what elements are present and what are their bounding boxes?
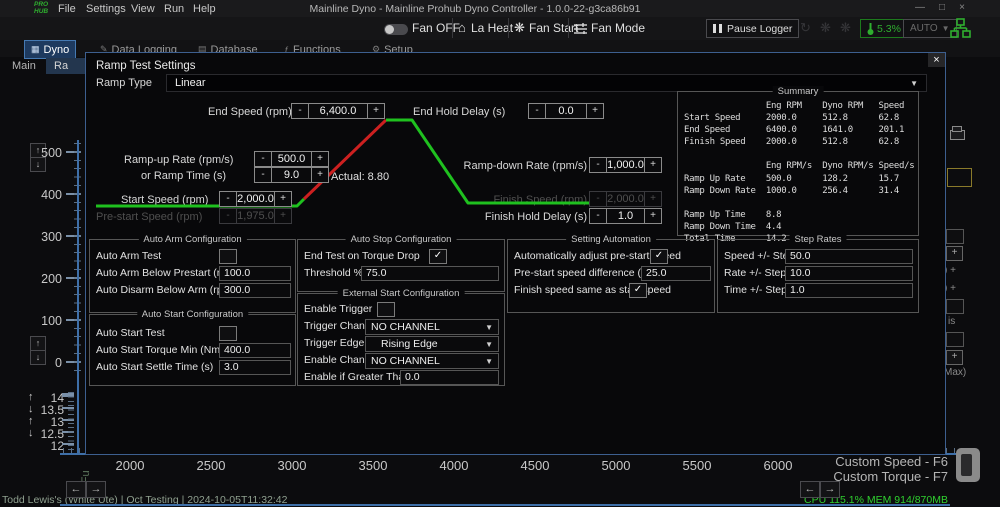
decrement-button[interactable]: - (254, 151, 272, 167)
decrement-button[interactable]: - (254, 167, 272, 183)
start-speed-value[interactable]: 2,000.0 (236, 191, 275, 207)
decrement-button[interactable]: - (528, 103, 546, 119)
finish-speed-stepper: - 2,000.0 + (589, 191, 662, 207)
printer-icon[interactable] (950, 130, 965, 140)
decrement-button: - (219, 208, 237, 224)
subtab-ramp[interactable]: Ra (46, 58, 86, 74)
increment-button[interactable]: + (367, 103, 385, 119)
axis-arrow-up-icon[interactable]: ↑ (28, 415, 34, 427)
increment-button[interactable]: + (311, 167, 329, 183)
end-speed-stepper: - 6,400.0 + (291, 103, 385, 119)
cut-off-text: Max) (944, 367, 966, 378)
ramp-profile-graph (86, 53, 945, 454)
cut-off-field (946, 299, 964, 314)
pre-start-speed-stepper: - 1,975.0 + (219, 208, 292, 224)
start-speed-stepper: - 2,000.0 + (219, 191, 292, 207)
cut-off-field (946, 332, 964, 347)
finish-speed-value: 2,000.0 (606, 191, 645, 207)
ramp-down-rate-stepper: - 1,000.0 + (589, 157, 662, 173)
right-edge-remnants: + ) + ) + is + Max) (938, 120, 1000, 390)
increment-button[interactable]: + (586, 103, 604, 119)
y-axis2-label: 12 (40, 439, 64, 453)
increment-button[interactable]: + (644, 157, 662, 173)
x-axis-label: 3000 (265, 458, 319, 473)
y-axis-label: 200 (36, 272, 62, 286)
y-axis-label: 0 (36, 356, 62, 370)
highlighted-box (947, 168, 972, 187)
side-panel-handle-inner (961, 454, 972, 476)
decrement-button: - (589, 191, 607, 207)
increment-button[interactable]: + (311, 151, 329, 167)
tab-dyno[interactable]: ▦ Dyno (24, 40, 76, 59)
ramp-up-rate-stepper: - 500.0 + (254, 151, 329, 167)
x-axis-label: 3500 (346, 458, 400, 473)
ramp-test-settings-dialog: × Ramp Test Settings Ramp Type Linear ▼ … (85, 52, 946, 455)
y-axis-label: 100 (36, 314, 62, 328)
pan-right-button[interactable]: → (86, 481, 106, 498)
increment-button: + (644, 191, 662, 207)
decrement-button[interactable]: - (291, 103, 309, 119)
ramp-up-rate-value[interactable]: 500.0 (271, 151, 312, 167)
y-axis-label: 500 (36, 146, 62, 160)
ramp-time-stepper: - 9.0 + (254, 167, 329, 183)
increment-button: + (274, 208, 292, 224)
finish-hold-delay-stepper: - 1.0 + (589, 208, 662, 224)
axis-arrow-down-icon[interactable]: ↓ (28, 403, 34, 415)
cut-off-plus-button[interactable]: + (946, 350, 963, 365)
decrement-button[interactable]: - (589, 208, 607, 224)
y-axis-label: 400 (36, 188, 62, 202)
axis-arrow-down-icon[interactable]: ↓ (28, 427, 34, 439)
tab-label: Dyno (44, 44, 70, 56)
x-axis-label: 4000 (427, 458, 481, 473)
x-axis-label: 5000 (589, 458, 643, 473)
axis-scroll-up-button[interactable]: ↑ (30, 336, 46, 351)
pre-start-speed-value: 1,975.0 (236, 208, 275, 224)
ramp-time-value[interactable]: 9.0 (271, 167, 312, 183)
cut-off-plus-button[interactable]: + (946, 246, 963, 261)
axis-arrow-up-icon[interactable]: ↑ (28, 391, 34, 403)
side-panel-handle-icon[interactable] (956, 448, 980, 482)
x-axis-label: 5500 (670, 458, 724, 473)
subtab-main[interactable]: Main (4, 58, 44, 74)
end-hold-delay-value[interactable]: 0.0 (545, 103, 587, 119)
x-axis-label: 2000 (103, 458, 157, 473)
end-hold-delay-stepper: - 0.0 + (528, 103, 604, 119)
cut-off-field (946, 229, 964, 244)
printer-paper (952, 126, 962, 132)
increment-button[interactable]: + (274, 191, 292, 207)
decrement-button[interactable]: - (219, 191, 237, 207)
x-axis-label: 4500 (508, 458, 562, 473)
finish-hold-delay-value[interactable]: 1.0 (606, 208, 645, 224)
hotkey-custom-torque: Custom Torque - F7 (790, 469, 948, 484)
decrement-button[interactable]: - (589, 157, 607, 173)
y-axis-line (77, 140, 79, 455)
hotkey-custom-speed: Custom Speed - F6 (790, 454, 948, 469)
end-speed-value[interactable]: 6,400.0 (308, 103, 368, 119)
dyno-tab-icon: ▦ (31, 44, 40, 55)
x-axis-label: 2500 (184, 458, 238, 473)
y-axis-label: 300 (36, 230, 62, 244)
cut-off-text: is (948, 316, 955, 327)
ramp-down-rate-value[interactable]: 1,000.0 (606, 157, 645, 173)
app-window: PRO HUB File Settings View Run Help Main… (0, 0, 1000, 507)
pan-left-button[interactable]: ← (66, 481, 86, 498)
increment-button[interactable]: + (644, 208, 662, 224)
